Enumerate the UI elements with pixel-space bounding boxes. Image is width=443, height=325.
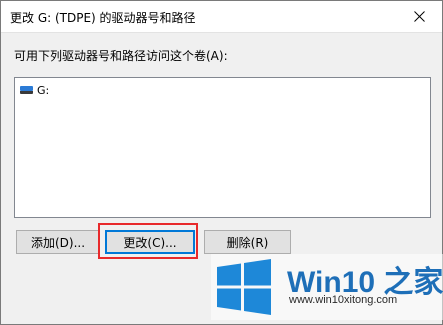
drive-icon <box>20 86 33 94</box>
watermark-url: www.win10xitong.com <box>289 294 398 306</box>
list-prompt-label: 可用下列驱动器号和路径访问这个卷(A): <box>14 49 228 63</box>
close-icon <box>413 11 425 22</box>
drive-path-list[interactable]: G: <box>14 77 431 218</box>
list-item[interactable]: G: <box>20 82 49 98</box>
remove-button[interactable]: 删除(R) <box>204 230 291 254</box>
close-button[interactable] <box>396 1 442 32</box>
watermark: Win10 之家 www.win10xitong.com <box>211 254 443 320</box>
title-bar: 更改 G: (TDPE) 的驱动器号和路径 <box>1 1 442 33</box>
change-button[interactable]: 更改(C)... <box>105 230 195 254</box>
add-button[interactable]: 添加(D)... <box>16 230 100 254</box>
windows-logo-icon <box>217 259 271 315</box>
window-title: 更改 G: (TDPE) 的驱动器号和路径 <box>10 11 196 25</box>
list-item-label: G: <box>37 83 50 97</box>
